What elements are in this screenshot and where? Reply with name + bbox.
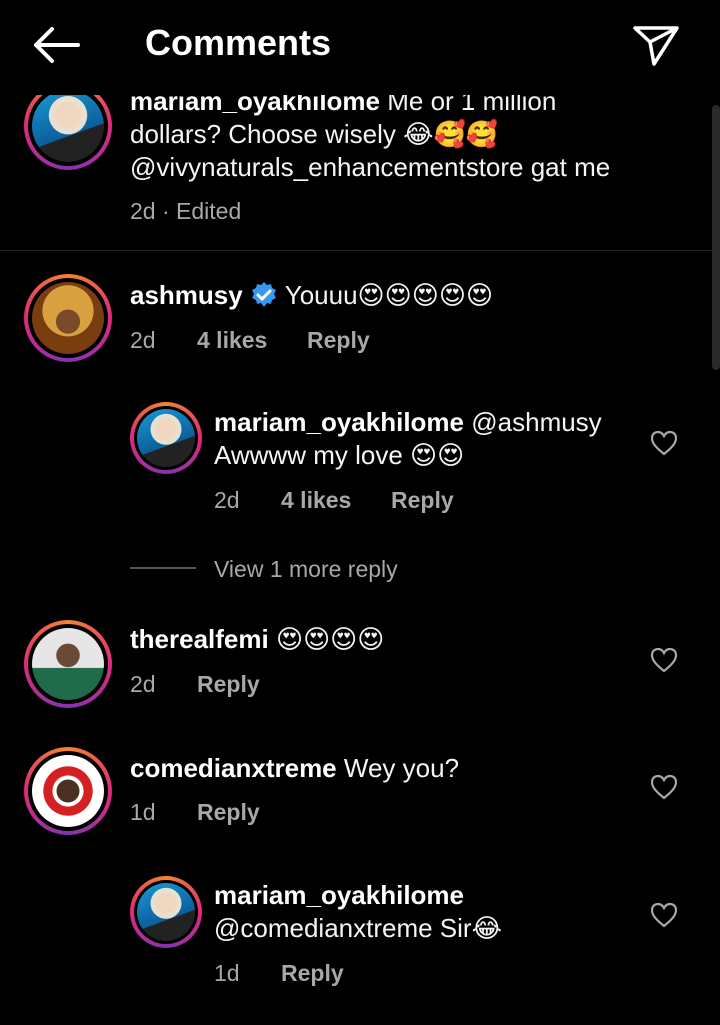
comment-text: therealfemi 😍😍😍😍 [130, 623, 384, 656]
comment-text: mariam_oyakhilome [214, 879, 464, 912]
comment-meta: 1d [130, 799, 156, 826]
reply-button[interactable]: Reply [197, 671, 260, 698]
comment-mention[interactable]: @ashmusy [471, 407, 601, 437]
comment-time: 2d [130, 198, 156, 224]
comment-mention[interactable]: @vivynaturals_enhancementstore gat me [130, 151, 610, 184]
likes-count[interactable]: 4 likes [197, 327, 267, 354]
comment-body: 😍😍😍😍 [275, 624, 385, 654]
paper-plane-icon[interactable] [630, 20, 682, 68]
comment-text: ashmusy Youuu😍😍😍😍😍 [130, 279, 493, 312]
view-more-replies[interactable]: View 1 more reply [214, 556, 398, 583]
comment-body: Youuu😍😍😍😍😍 [284, 280, 494, 310]
avatar[interactable] [24, 747, 112, 835]
heart-icon[interactable] [650, 774, 678, 800]
view-more-line [130, 567, 196, 569]
comment-meta: 2d [130, 671, 156, 698]
avatar[interactable] [130, 876, 202, 948]
divider [0, 250, 720, 251]
comment-time: 2d [130, 671, 156, 697]
page-title: Comments [145, 22, 332, 63]
comment-time: 2d [214, 487, 240, 513]
comment-text: comedianxtreme Wey you? [130, 752, 459, 785]
comment-edited: · Edited [161, 198, 242, 224]
reply-button[interactable]: Reply [391, 487, 454, 514]
comment-username[interactable]: mariam_oyakhilome [214, 407, 464, 437]
comment-username[interactable]: mariam_oyakhilome [214, 880, 464, 910]
heart-icon[interactable] [650, 902, 678, 928]
reply-button[interactable]: Reply [197, 799, 260, 826]
avatar[interactable] [24, 620, 112, 708]
scrollbar[interactable] [712, 105, 720, 370]
likes-count[interactable]: 4 likes [281, 487, 351, 514]
avatar[interactable] [130, 402, 202, 474]
comment-meta: 2d [130, 327, 156, 354]
arrow-left-icon[interactable] [30, 24, 82, 66]
verified-badge-icon [251, 282, 276, 307]
comment-body: Wey you? [343, 753, 460, 783]
reply-button[interactable]: Reply [281, 960, 344, 987]
comment-body: Awwww my love 😍😍 [214, 440, 465, 470]
heart-icon[interactable] [650, 647, 678, 673]
comment-time: 1d [214, 960, 240, 986]
header-bar: Comments [0, 0, 720, 90]
avatar[interactable] [24, 274, 112, 362]
comment-username[interactable]: comedianxtreme [130, 753, 337, 783]
comment-meta: 1d [214, 960, 240, 987]
heart-icon[interactable] [650, 430, 678, 456]
comment-body: @comedianxtreme Sir😂 [214, 913, 502, 943]
comment-time: 1d [130, 799, 156, 825]
comment-username[interactable]: therealfemi [130, 624, 269, 654]
comment-time: 2d [130, 327, 156, 353]
avatar[interactable] [24, 82, 112, 170]
comment-body-line2: dollars? Choose wisely 😂🥰🥰 [130, 119, 499, 149]
reply-button[interactable]: Reply [307, 327, 370, 354]
comment-meta: 2d [214, 487, 240, 514]
comment-meta: 2d · Edited [130, 198, 241, 225]
comment-username[interactable]: ashmusy [130, 280, 243, 310]
comment-text: mariam_oyakhilome @ashmusy [214, 406, 602, 439]
